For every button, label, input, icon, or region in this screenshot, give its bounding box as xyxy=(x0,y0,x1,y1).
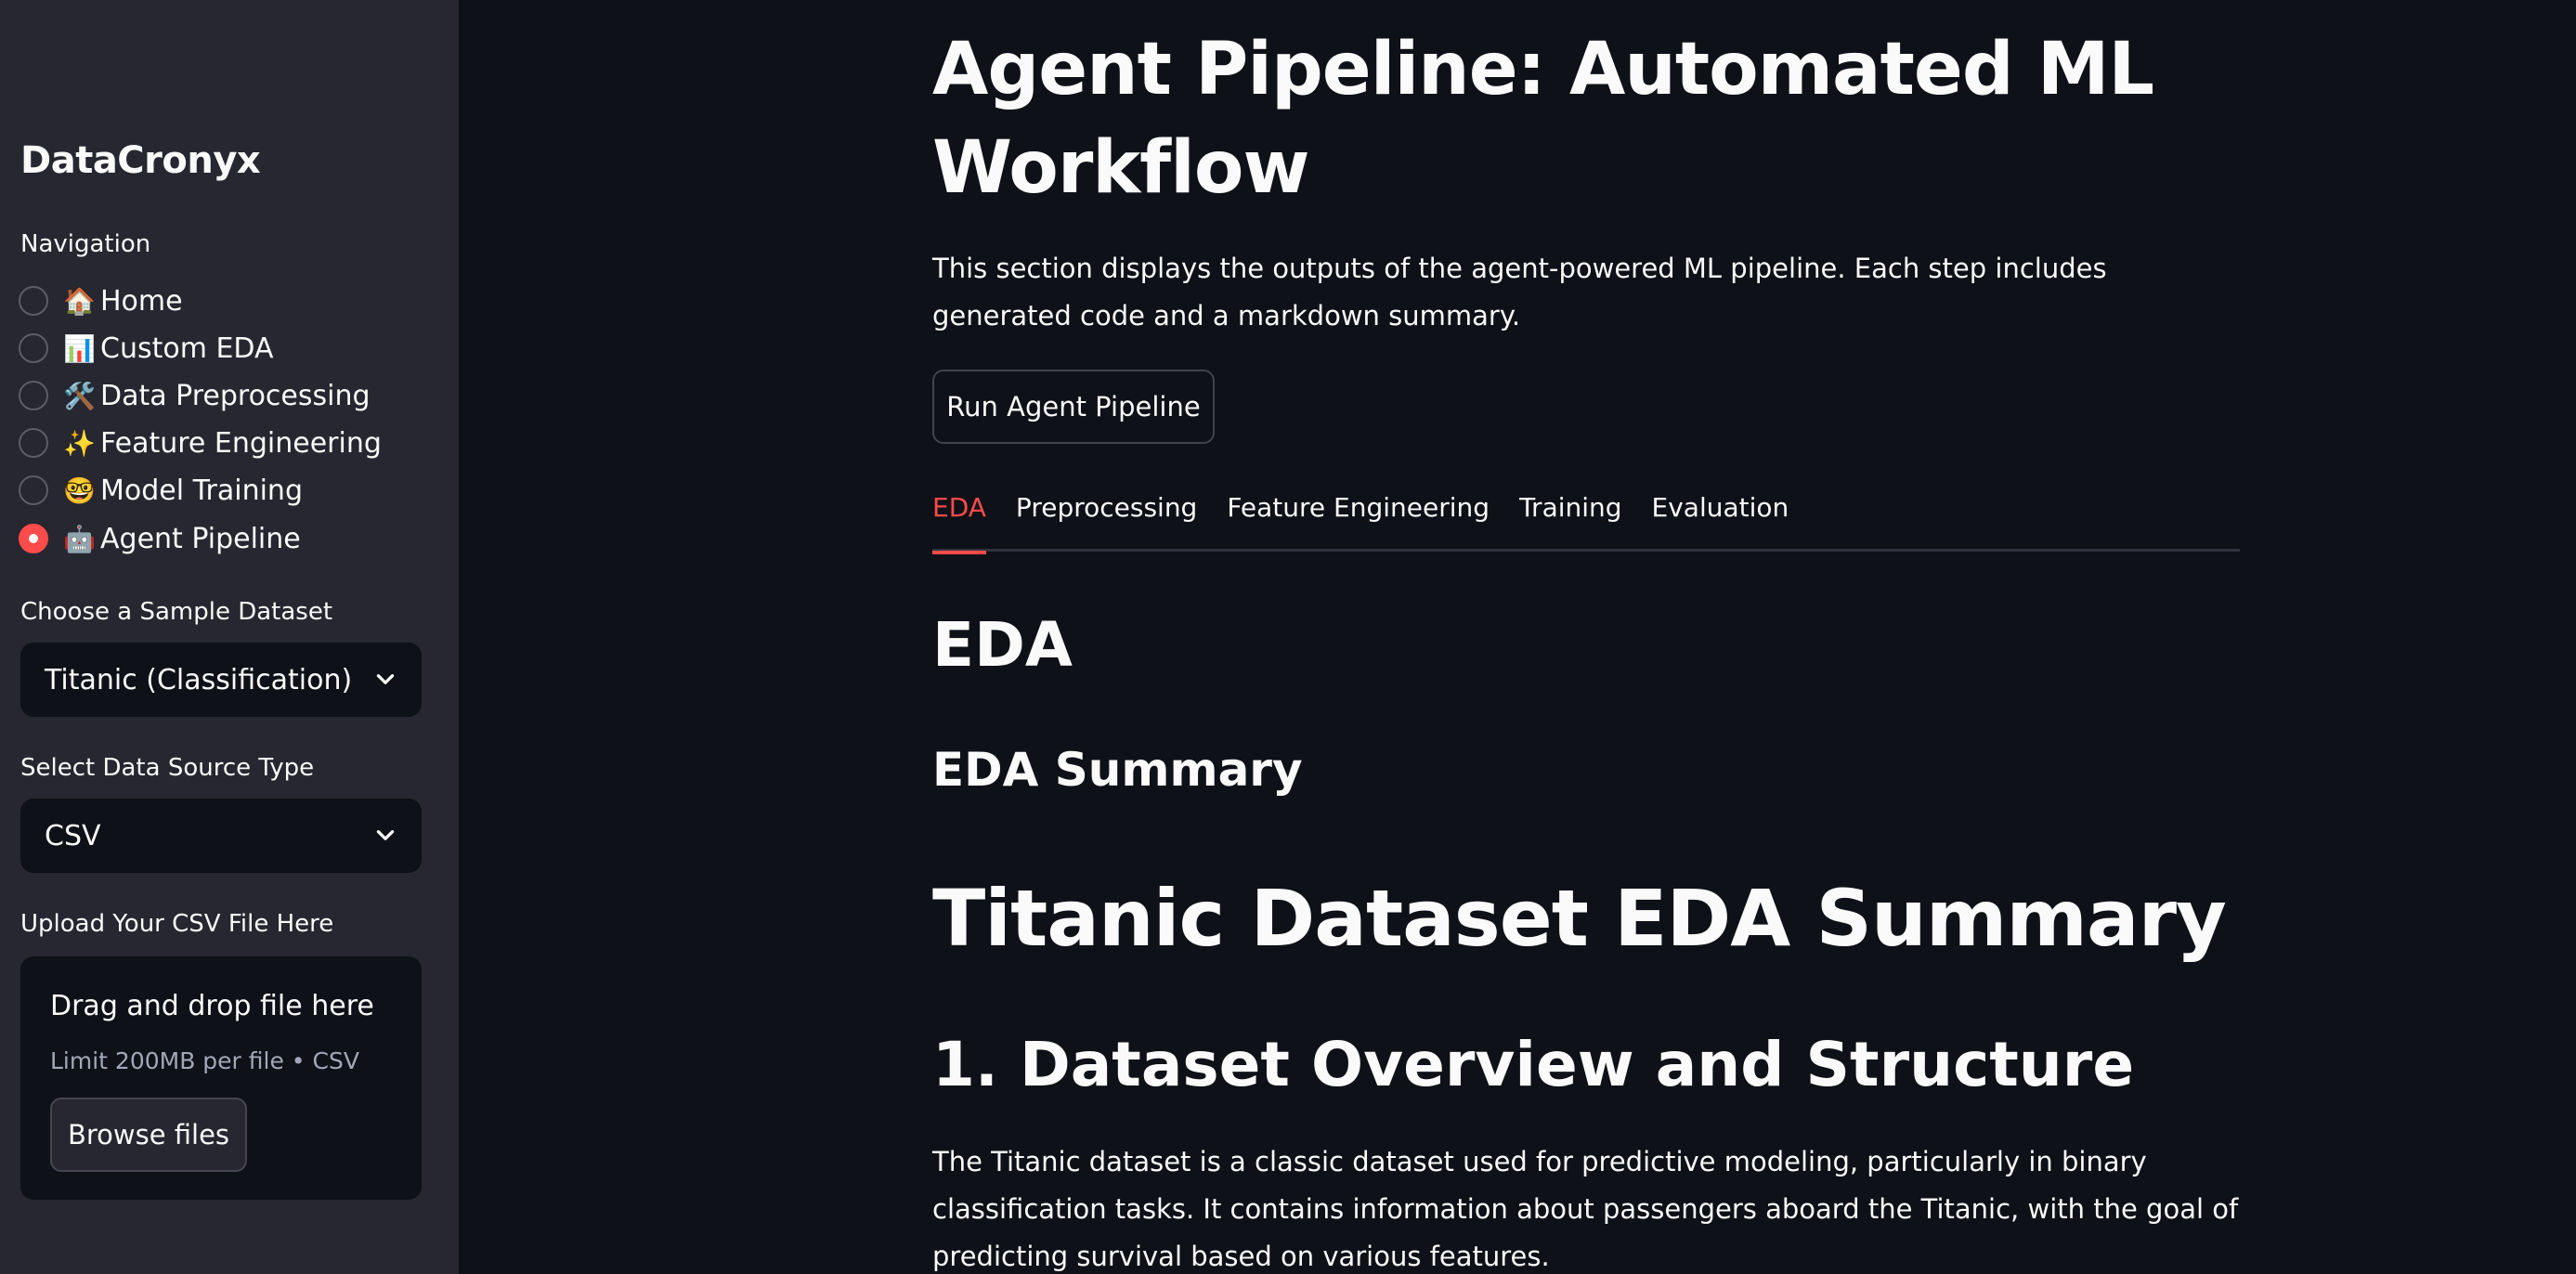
dropzone-title: Drag and drop file here xyxy=(50,990,374,1022)
dropzone-limit: Limit 200MB per file • CSV xyxy=(50,1047,359,1074)
nav-item-model-training[interactable]: 🤓 Model Training xyxy=(19,470,303,511)
overview-heading: 1. Dataset Overview and Structure xyxy=(932,1029,2135,1100)
run-agent-pipeline-button[interactable]: Run Agent Pipeline xyxy=(932,370,1215,444)
dataset-select-value: Titanic (Classification) xyxy=(45,663,353,696)
nav-item-label: Data Preprocessing xyxy=(100,379,371,412)
radio-button[interactable] xyxy=(19,475,48,505)
tab-bar: EDA Preprocessing Feature Engineering Tr… xyxy=(932,488,2240,554)
page-description: This section displays the outputs of the… xyxy=(932,253,2107,332)
browse-files-button[interactable]: Browse files xyxy=(50,1098,247,1172)
navigation-label: Navigation xyxy=(20,230,151,258)
file-dropzone[interactable]: Drag and drop file here Limit 200MB per … xyxy=(20,956,422,1200)
nav-item-home[interactable]: 🏠 Home xyxy=(19,280,183,321)
nav-item-label: Agent Pipeline xyxy=(100,522,301,555)
nerd-face-icon: 🤓 xyxy=(63,474,96,506)
nav-item-data-preprocessing[interactable]: 🛠️ Data Preprocessing xyxy=(19,375,371,416)
summary-heading: EDA Summary xyxy=(932,743,1303,797)
bar-chart-icon: 📊 xyxy=(63,332,96,364)
source-select-value: CSV xyxy=(45,819,101,852)
report-heading: Titanic Dataset EDA Summary xyxy=(932,873,2227,964)
source-type-select[interactable]: CSV xyxy=(20,799,422,873)
nav-item-label: Custom EDA xyxy=(100,332,274,365)
tab-feature-engineering[interactable]: Feature Engineering xyxy=(1227,488,1490,552)
nav-item-feature-engineering[interactable]: ✨ Feature Engineering xyxy=(19,422,382,463)
tab-evaluation[interactable]: Evaluation xyxy=(1652,488,1789,552)
brand-title: DataCronyx xyxy=(20,139,261,182)
nav-item-agent-pipeline[interactable]: 🤖 Agent Pipeline xyxy=(19,518,301,559)
nav-item-label: Home xyxy=(100,284,183,318)
sidebar: DataCronyx Navigation 🏠 Home 📊 Custom ED… xyxy=(0,0,459,1274)
overview-paragraph: The Titanic dataset is a classic dataset… xyxy=(932,1146,2239,1272)
nav-item-label: Feature Engineering xyxy=(100,426,382,460)
section-heading: EDA xyxy=(932,609,1073,681)
tab-training[interactable]: Training xyxy=(1519,488,1621,552)
page-title: Agent Pipeline: Automated ML Workflow xyxy=(932,28,2154,210)
main-content: Agent Pipeline: Automated ML Workflow Th… xyxy=(459,0,2576,1274)
chevron-down-icon xyxy=(376,830,395,840)
dataset-select[interactable]: Titanic (Classification) xyxy=(20,643,422,717)
radio-button[interactable] xyxy=(19,381,48,410)
dataset-select-label: Choose a Sample Dataset xyxy=(20,598,333,626)
app-window: DataCronyx Navigation 🏠 Home 📊 Custom ED… xyxy=(0,0,2576,1274)
radio-button[interactable] xyxy=(19,286,48,316)
radio-button[interactable] xyxy=(19,333,48,363)
sparkles-icon: ✨ xyxy=(63,427,96,459)
robot-icon: 🤖 xyxy=(63,523,96,554)
source-select-label: Select Data Source Type xyxy=(20,754,315,782)
radio-button[interactable] xyxy=(19,428,48,458)
house-icon: 🏠 xyxy=(63,285,96,317)
tools-icon: 🛠️ xyxy=(63,380,96,411)
upload-label: Upload Your CSV File Here xyxy=(20,910,334,938)
chevron-down-icon xyxy=(376,674,395,684)
tab-eda[interactable]: EDA xyxy=(932,488,986,554)
nav-item-label: Model Training xyxy=(100,474,303,507)
radio-button-selected[interactable] xyxy=(19,524,48,553)
nav-item-custom-eda[interactable]: 📊 Custom EDA xyxy=(19,328,274,369)
tab-preprocessing[interactable]: Preprocessing xyxy=(1016,488,1197,552)
